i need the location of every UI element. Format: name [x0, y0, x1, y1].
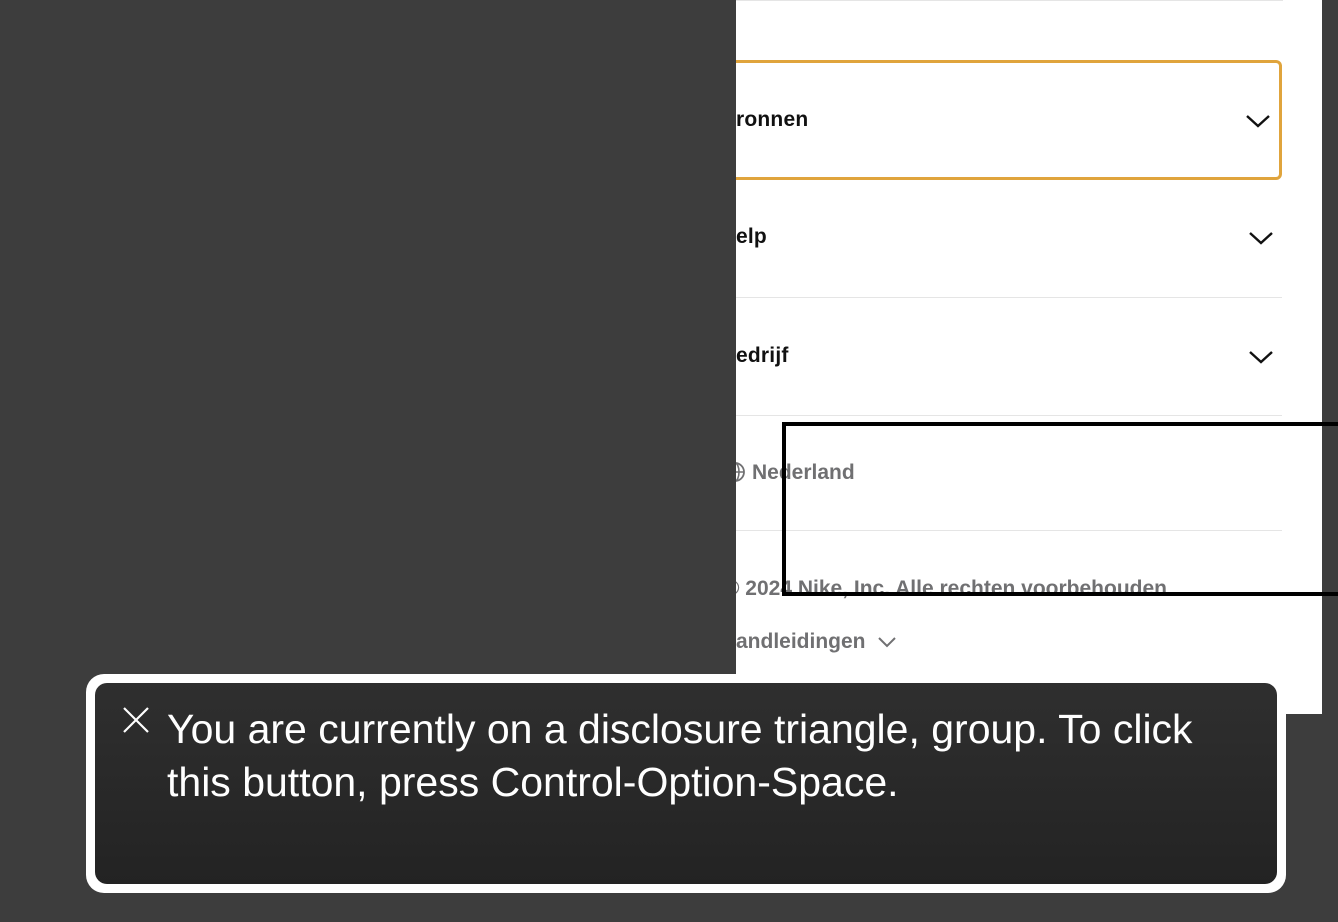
chevron-down-icon — [1249, 351, 1273, 364]
guides-label: andleidingen — [736, 630, 866, 653]
accordion-label: edrijf — [736, 344, 789, 367]
voiceover-cursor — [782, 422, 1338, 596]
chevron-down-icon — [1249, 232, 1273, 245]
guides-link[interactable]: andleidingen — [736, 630, 897, 654]
accordion-item-resources[interactable]: ronnen — [736, 60, 1282, 180]
accordion-item-help[interactable]: elp — [736, 180, 1282, 298]
globe-icon — [736, 462, 745, 482]
voiceover-caption-panel: You are currently on a disclosure triang… — [86, 674, 1286, 893]
chevron-down-icon — [1246, 115, 1270, 128]
accordion-item-company[interactable]: edrijf — [736, 298, 1282, 416]
accordion-label: elp — [736, 225, 767, 248]
voiceover-message: You are currently on a disclosure triang… — [167, 706, 1193, 805]
close-icon[interactable] — [121, 705, 151, 735]
footer-panel: ronnen elp edrijf Nederland © 2024 Nike,… — [736, 0, 1322, 714]
chevron-down-icon — [878, 637, 897, 648]
accordion-label: ronnen — [736, 108, 809, 131]
divider — [736, 0, 1283, 1]
voiceover-caption-body: You are currently on a disclosure triang… — [95, 683, 1277, 884]
